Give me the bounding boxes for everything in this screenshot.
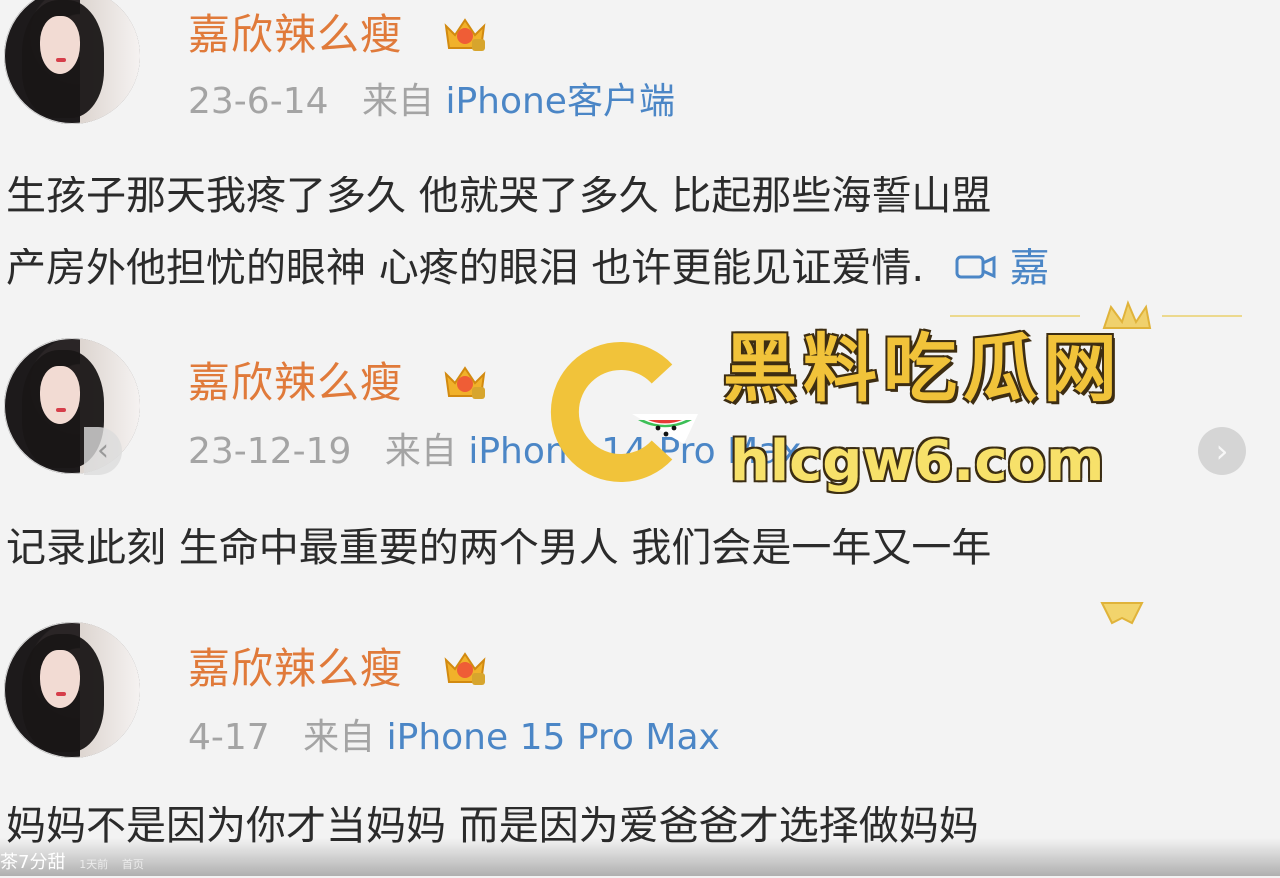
video-icon — [955, 255, 996, 279]
carousel-next-button[interactable]: › — [1198, 427, 1246, 475]
bottom-overlay-time: 1天前 — [79, 858, 109, 871]
author-name[interactable]: 嘉欣辣么瘦 — [188, 14, 403, 56]
avatar-face — [40, 16, 80, 74]
video-link[interactable]: 嘉 — [937, 248, 1050, 291]
bottom-overlay-title: 茶7分甜 — [0, 852, 66, 873]
post-content: 生孩子那天我疼了多久 他就哭了多久 比起那些海誓山盟 产房外他担忧的眼神 心疼的… — [6, 176, 1050, 320]
decorative-line-right — [1162, 315, 1242, 317]
bottom-overlay-bar: 茶7分甜 1天前 首页 — [0, 838, 1280, 876]
post-content: 记录此刻 生命中最重要的两个男人 我们会是一年又一年 — [6, 528, 991, 600]
source-prefix: 来自 — [303, 717, 376, 758]
bottom-overlay-label[interactable]: 首页 — [122, 858, 144, 871]
source-prefix: 来自 — [384, 431, 457, 472]
decorative-line-left — [950, 315, 1080, 317]
chevron-right-icon: › — [1215, 432, 1229, 470]
post-meta: 23-6-14 来自 iPhone客户端 — [188, 84, 675, 120]
avatar-lips — [56, 408, 66, 412]
vip-crown-icon — [444, 366, 486, 399]
author-name[interactable]: 嘉欣辣么瘦 — [188, 648, 403, 690]
bottom-overlay-text: 茶7分甜 1天前 首页 — [0, 848, 144, 874]
post-meta: 4-17 来自 iPhone 15 Pro Max — [188, 720, 720, 756]
avatar-face — [40, 650, 80, 708]
video-link-label: 嘉 — [1009, 248, 1050, 291]
vip-crown-icon — [444, 18, 486, 51]
source-link[interactable]: iPhone 15 Pro Max — [387, 717, 720, 758]
avatar-lips — [56, 58, 66, 62]
chevron-left-icon: ‹ — [97, 433, 109, 468]
content-text: 产房外他担忧的眼神 心疼的眼泪 也许更能见证爱情. — [6, 248, 925, 291]
watermark-title: 黑料吃瓜网 — [723, 326, 1123, 412]
watermark-url: hlcgw6.com — [730, 429, 1105, 494]
avatar[interactable] — [4, 622, 140, 758]
avatar-face — [40, 366, 80, 424]
content-line: 记录此刻 生命中最重要的两个男人 我们会是一年又一年 — [6, 528, 992, 571]
post-date: 23-6-14 — [188, 81, 329, 122]
vip-crown-icon — [444, 652, 486, 685]
post-date: 4-17 — [188, 717, 270, 758]
source-link[interactable]: iPhone客户端 — [445, 81, 675, 122]
avatar-lips — [56, 692, 66, 696]
post-date: 23-12-19 — [188, 431, 352, 472]
content-line: 产房外他担忧的眼神 心疼的眼泪 也许更能见证爱情. 嘉 — [6, 248, 1050, 298]
avatar[interactable] — [4, 0, 140, 124]
watermelon-logo-icon — [550, 342, 698, 482]
author-name[interactable]: 嘉欣辣么瘦 — [188, 362, 403, 404]
source-prefix: 来自 — [361, 81, 434, 122]
watermark: 黑料吃瓜网 hlcgw6.com — [540, 332, 1160, 502]
content-line: 生孩子那天我疼了多久 他就哭了多久 比起那些海誓山盟 — [6, 176, 992, 219]
decorative-crown-icon — [1100, 602, 1144, 625]
